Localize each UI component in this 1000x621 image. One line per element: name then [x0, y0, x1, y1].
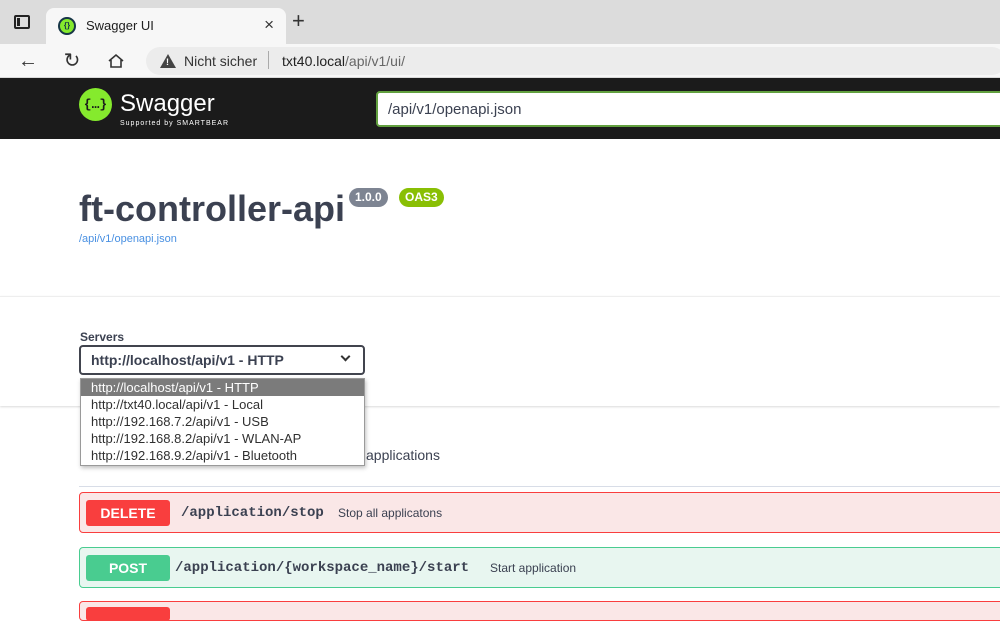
servers-dropdown-list: http://localhost/api/v1 - HTTP http://tx…: [80, 378, 365, 466]
server-option[interactable]: http://192.168.7.2/api/v1 - USB: [81, 413, 364, 430]
api-title: ft-controller-api: [79, 188, 345, 229]
swagger-logo-icon[interactable]: {…}: [79, 88, 112, 121]
tag-description: applications: [366, 447, 440, 463]
version-badge: 1.0.0: [349, 188, 388, 207]
operation-summary: Start application: [490, 561, 577, 575]
method-badge: POST: [86, 555, 170, 581]
server-option[interactable]: http://txt40.local/api/v1 - Local: [81, 396, 364, 413]
server-option[interactable]: http://192.168.9.2/api/v1 - Bluetooth: [81, 447, 364, 464]
swagger-favicon-icon: {}: [58, 17, 76, 35]
swagger-topbar: {…} Swagger Supported by SMARTBEAR /api/…: [0, 78, 1000, 139]
address-url[interactable]: txt40.local/api/v1/ui/: [282, 53, 405, 69]
method-badge: [86, 607, 170, 621]
method-badge: DELETE: [86, 500, 170, 526]
swagger-brand[interactable]: Swagger: [120, 90, 215, 118]
spec-url-input[interactable]: /api/v1/openapi.json: [376, 91, 1000, 127]
address-bar[interactable]: Nicht sicher txt40.local/api/v1/ui/: [146, 47, 1000, 75]
tab-title: Swagger UI: [86, 18, 154, 33]
swagger-sub-brand: Supported by SMARTBEAR: [120, 120, 230, 127]
spec-link[interactable]: /api/v1/openapi.json: [79, 233, 177, 245]
server-option[interactable]: http://localhost/api/v1 - HTTP: [81, 379, 364, 396]
opblock-partial[interactable]: [79, 601, 1000, 621]
new-tab-button[interactable]: +: [292, 10, 305, 32]
browser-tab[interactable]: {} Swagger UI ×: [46, 8, 286, 44]
browser-tab-bar: {} Swagger UI × +: [0, 0, 1000, 44]
home-icon[interactable]: [104, 49, 128, 73]
address-divider: [268, 51, 269, 69]
url-host: txt40.local: [282, 53, 346, 69]
back-icon[interactable]: ←: [16, 49, 40, 73]
url-path: /api/v1/ui/: [345, 53, 405, 69]
not-secure-warning-icon[interactable]: [160, 54, 176, 68]
security-label[interactable]: Nicht sicher: [184, 53, 257, 69]
oas-badge: OAS3: [399, 188, 444, 207]
opblock-post-application-start[interactable]: POST /application/{workspace_name}/start…: [79, 547, 1000, 588]
tab-close-icon[interactable]: ×: [264, 15, 274, 35]
operation-summary: Stop all applicatons: [338, 506, 443, 520]
tab-actions-icon[interactable]: [14, 15, 30, 29]
operation-path: /application/{workspace_name}/start: [175, 560, 470, 576]
operation-path: /application/stop: [181, 505, 324, 521]
reload-icon[interactable]: ↻: [60, 49, 84, 73]
chevron-down-icon: [340, 351, 351, 362]
servers-selected-value: http://localhost/api/v1 - HTTP: [91, 352, 284, 368]
tag-divider: [79, 486, 1000, 487]
servers-select[interactable]: http://localhost/api/v1 - HTTP: [79, 345, 365, 375]
server-option[interactable]: http://192.168.8.2/api/v1 - WLAN-AP: [81, 430, 364, 447]
opblock-delete-application-stop[interactable]: DELETE /application/stop Stop all applic…: [79, 492, 1000, 533]
servers-label: Servers: [80, 330, 125, 344]
browser-toolbar: ← ↻ Nicht sicher txt40.local/api/v1/ui/: [0, 44, 1000, 78]
